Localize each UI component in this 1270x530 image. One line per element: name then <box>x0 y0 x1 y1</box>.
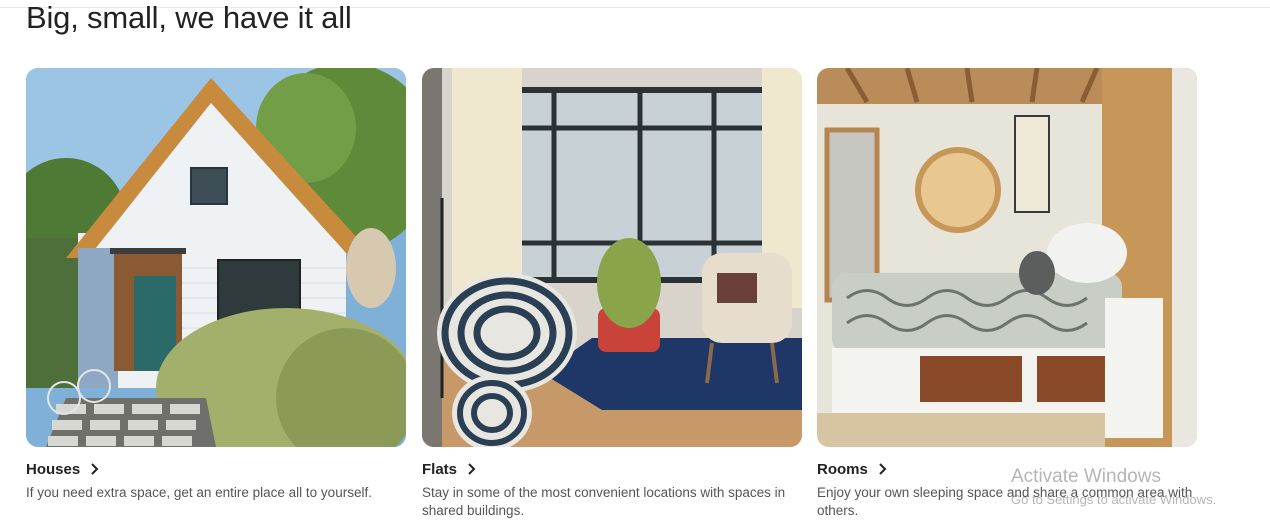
card-houses[interactable]: Houses If you need extra space, get an e… <box>26 68 406 502</box>
card-title-text: Houses <box>26 460 81 478</box>
section-title: Big, small, we have it all <box>26 0 352 35</box>
chevron-right-icon <box>91 463 99 475</box>
card-description: Enjoy your own sleeping space and share … <box>817 485 1193 518</box>
card-description: If you need extra space, get an entire p… <box>26 485 372 500</box>
card-title-rooms[interactable]: Rooms <box>817 459 1197 479</box>
card-title-text: Rooms <box>817 460 868 478</box>
chevron-right-icon <box>468 463 476 475</box>
card-title-houses[interactable]: Houses <box>26 459 406 479</box>
room-photo[interactable] <box>817 68 1197 447</box>
card-rooms[interactable]: Rooms Enjoy your own sleeping space and … <box>817 68 1197 520</box>
card-title-text: Flats <box>422 460 458 478</box>
house-photo[interactable] <box>26 68 406 447</box>
flat-photo[interactable] <box>422 68 802 447</box>
chevron-right-icon <box>879 463 887 475</box>
card-flats[interactable]: Flats Stay in some of the most convenien… <box>422 68 802 520</box>
card-description: Stay in some of the most convenient loca… <box>422 485 786 518</box>
card-title-flats[interactable]: Flats <box>422 459 802 479</box>
